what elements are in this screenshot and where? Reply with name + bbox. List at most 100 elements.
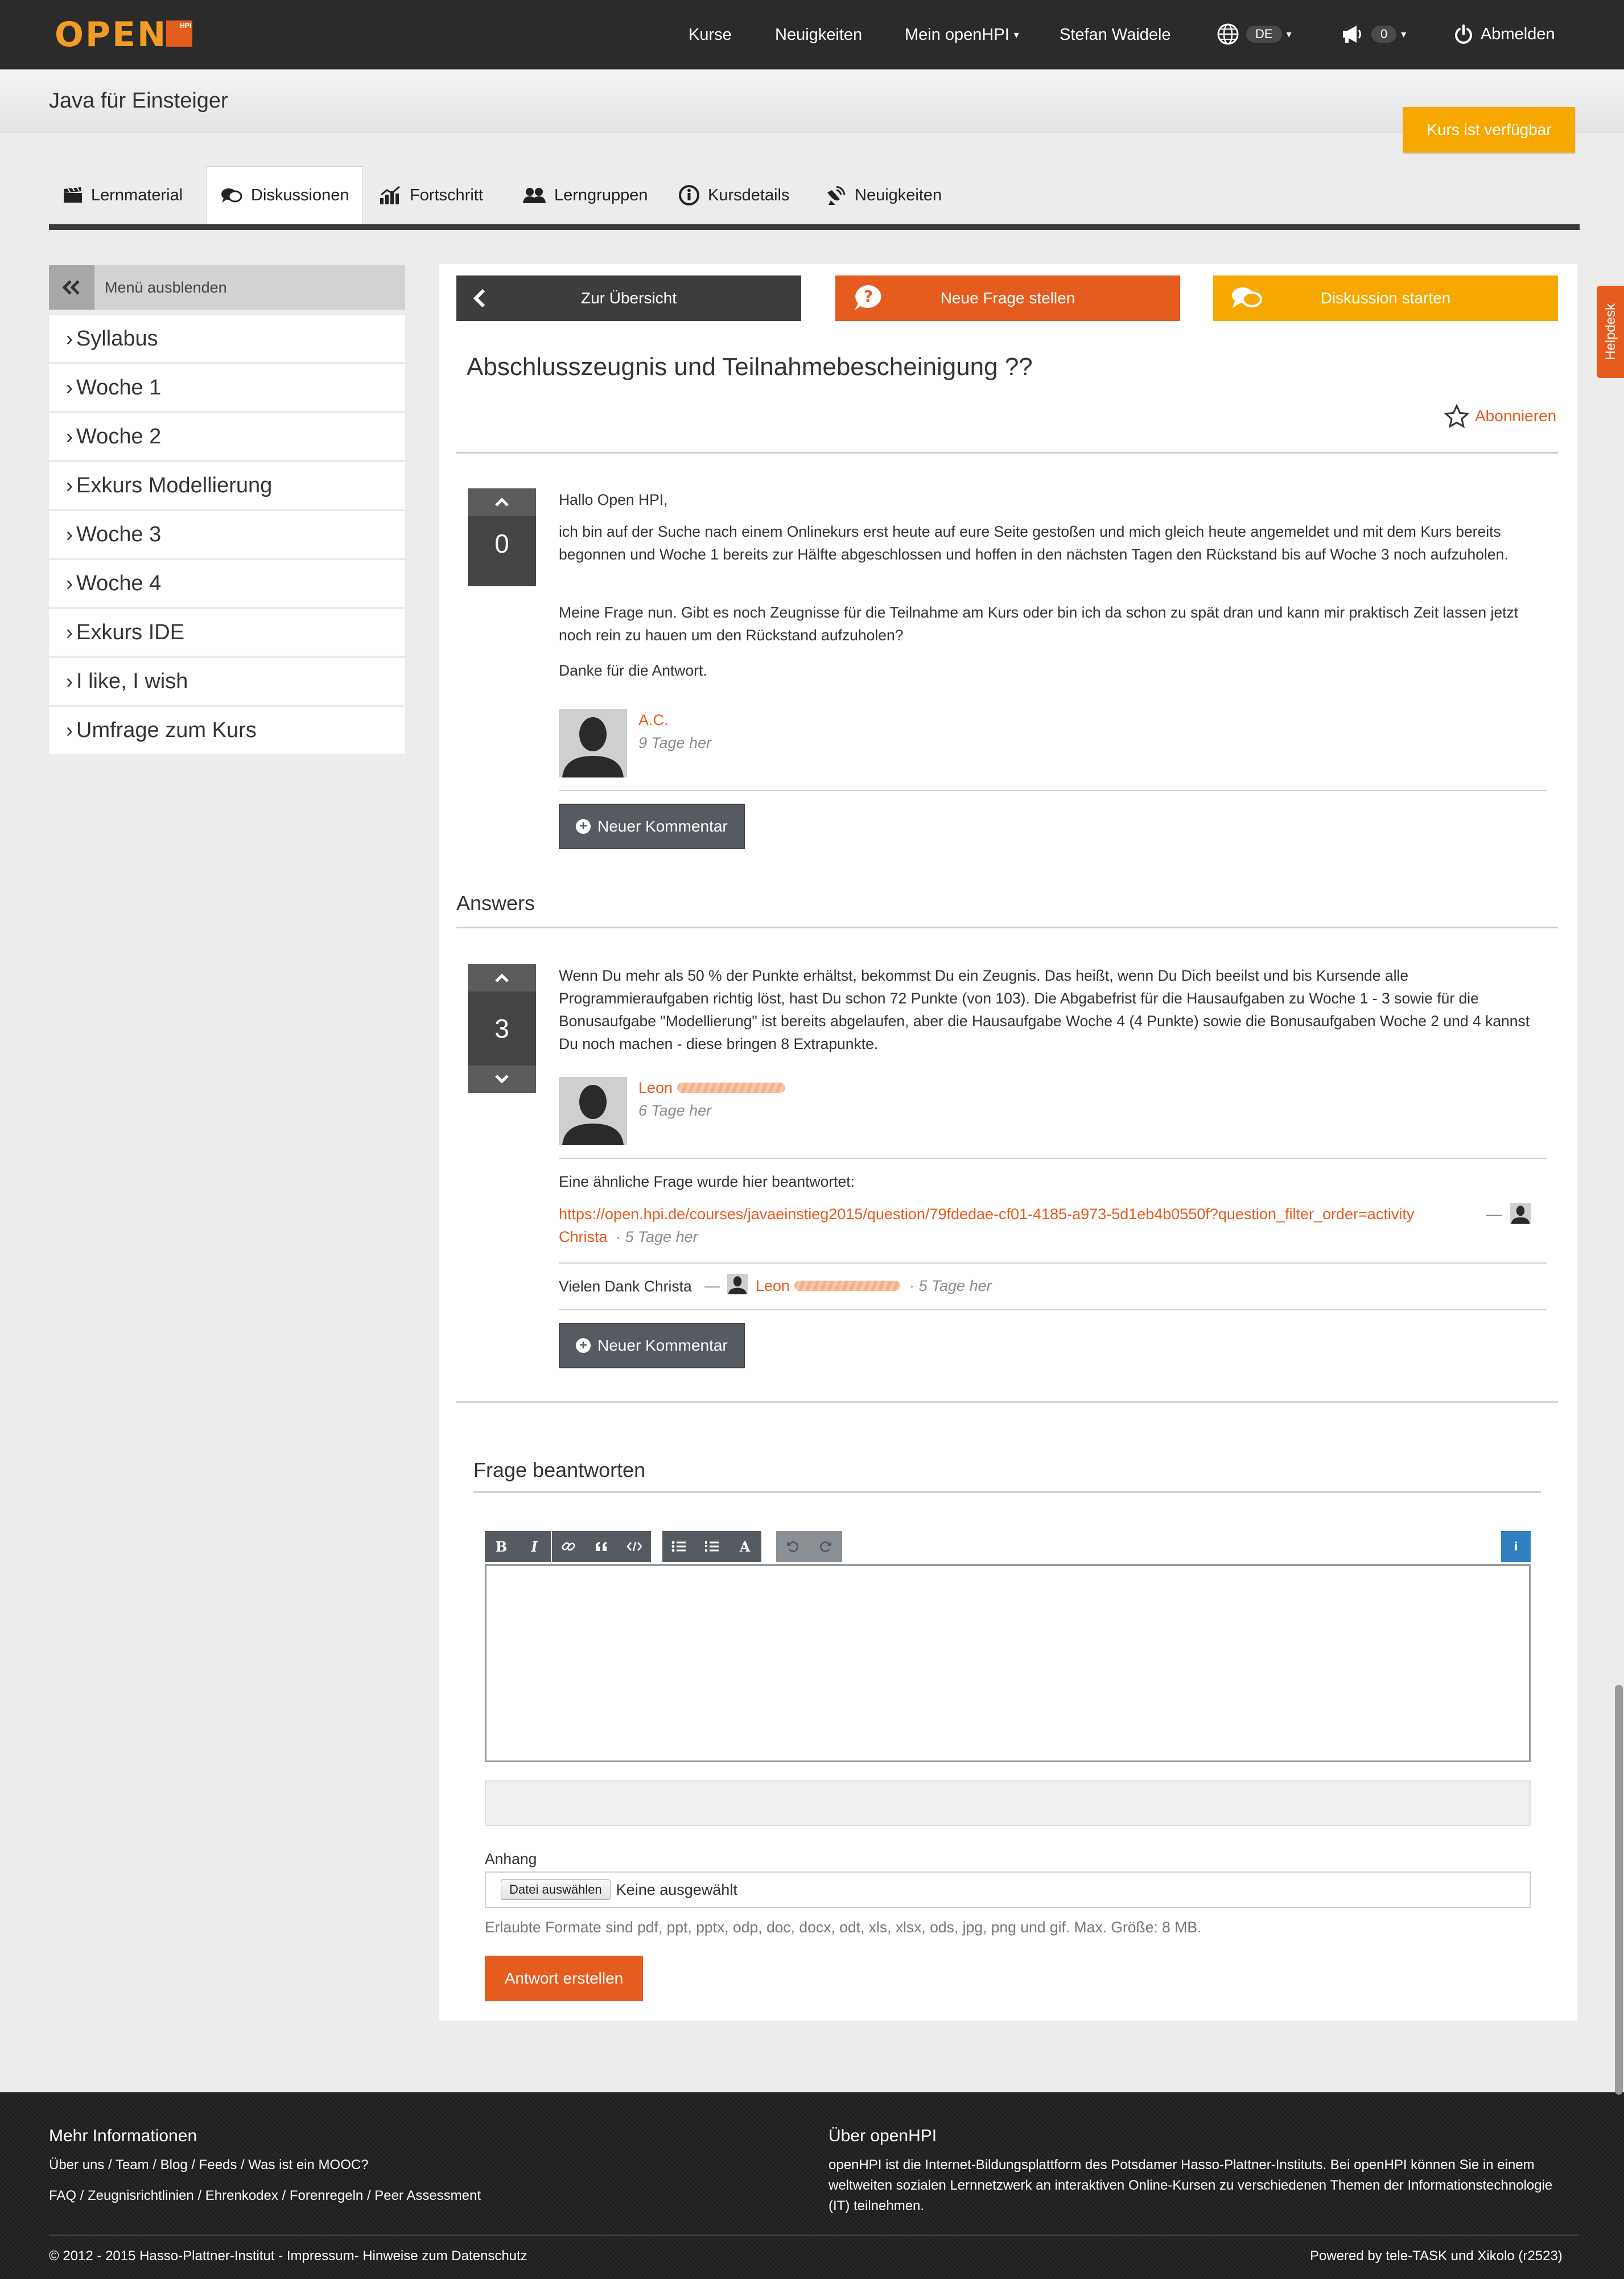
answer-text: Wenn Du mehr als 50 % der Punkte erhälts… xyxy=(559,967,1530,1052)
toolbar-history-group xyxy=(776,1531,842,1562)
course-header xyxy=(0,69,1624,133)
chevron-right-icon: › xyxy=(66,327,73,350)
sidebar-item-ide[interactable]: › Exkurs IDE xyxy=(49,609,405,656)
upvote-button[interactable] xyxy=(468,964,536,992)
tab-learning-material[interactable]: Lernmaterial xyxy=(63,166,183,224)
divider xyxy=(559,1262,1547,1264)
users-icon xyxy=(523,188,546,203)
tab-label: Diskussionen xyxy=(251,186,349,204)
new-question-button[interactable]: ? Neue Frage stellen xyxy=(835,275,1180,321)
sidebar-item-week-3[interactable]: › Woche 3 xyxy=(49,511,405,558)
sidebar-item-label: Woche 1 xyxy=(76,375,162,400)
scrollbar-thumb[interactable] xyxy=(1615,1685,1623,2095)
divider xyxy=(456,452,1558,454)
submit-answer-button[interactable]: Antwort erstellen xyxy=(485,1956,643,2001)
attachment-file-input[interactable]: Datei auswählen Keine ausgewählt xyxy=(485,1871,1531,1908)
editor-help-button[interactable]: i xyxy=(1501,1531,1531,1562)
code-button[interactable] xyxy=(618,1531,651,1562)
footer-links-primary[interactable]: Über uns / Team / Blog / Feeds / Was ist… xyxy=(49,2155,369,2175)
sidebar-item-label: Syllabus xyxy=(76,326,158,351)
comment-link[interactable]: https://open.hpi.de/courses/javaeinstieg… xyxy=(559,1206,1414,1223)
choose-file-button[interactable]: Datei auswählen xyxy=(501,1879,611,1900)
subscribe-link[interactable]: Abonnieren xyxy=(1444,404,1556,428)
course-sections-nav: › Syllabus › Woche 1 › Woche 2 › Exkurs Mode… xyxy=(49,315,405,756)
new-comment-button[interactable]: + Neuer Kommentar xyxy=(559,1323,745,1368)
numbered-list-button[interactable] xyxy=(695,1531,728,1562)
divider xyxy=(559,1309,1547,1310)
undo-button[interactable] xyxy=(776,1531,809,1562)
answers-heading: Answers xyxy=(456,891,535,915)
avatar xyxy=(727,1274,748,1294)
chevron-right-icon: › xyxy=(66,718,73,742)
back-to-overview-button[interactable]: Zur Übersicht xyxy=(456,275,801,321)
divider xyxy=(473,1491,1541,1493)
start-discussion-button[interactable]: Diskussion starten xyxy=(1213,275,1558,321)
bold-button[interactable]: B xyxy=(485,1531,518,1562)
question-paragraph-1: ich bin auf der Suche nach einem Onlinek… xyxy=(559,523,1508,563)
divider xyxy=(559,790,1547,791)
tab-course-details[interactable]: Kursdetails xyxy=(678,166,789,224)
chevron-right-icon: › xyxy=(66,425,73,448)
tab-learning-groups[interactable]: Lerngruppen xyxy=(522,166,648,224)
sidebar-item-week-1[interactable]: › Woche 1 xyxy=(49,364,405,411)
nav-my-openhpi[interactable]: Mein openHPI ▾ xyxy=(905,23,1019,47)
satellite-dish-icon xyxy=(827,186,846,205)
footer-divider xyxy=(49,2235,1578,2236)
sidebar-item-i-like-i-wish[interactable]: › I like, I wish xyxy=(49,658,405,705)
button-label: Neuer Kommentar xyxy=(597,817,728,835)
tab-news[interactable]: Neuigkeiten xyxy=(825,166,942,224)
italic-button[interactable]: I xyxy=(518,1531,551,1562)
comment-author[interactable]: Christa xyxy=(559,1228,608,1246)
upvote-button[interactable] xyxy=(468,488,536,516)
question-paragraph-3: Danke für die Antwort. xyxy=(559,662,707,679)
sidebar-item-week-4[interactable]: › Woche 4 xyxy=(49,560,405,607)
sidebar-item-survey[interactable]: › Umfrage zum Kurs xyxy=(49,707,405,754)
logo-badge-text: HPI xyxy=(180,22,192,30)
link-button[interactable] xyxy=(552,1531,585,1562)
comment-text: Eine ähnliche Frage wurde hier beantwort… xyxy=(559,1173,855,1190)
divider xyxy=(559,1158,1547,1159)
chevron-down-icon xyxy=(495,1075,509,1084)
tab-discussions[interactable]: Diskussionen xyxy=(206,166,364,224)
question-paragraph-2: Meine Frage nun. Gibt es noch Zeugnisse … xyxy=(559,604,1519,644)
footer-copyright[interactable]: © 2012 - 2015 Hasso-Plattner-Institut - … xyxy=(49,2246,527,2266)
openhpi-logo[interactable]: OPEN HPI xyxy=(55,16,195,54)
sidebar-item-label: Exkurs Modellierung xyxy=(76,473,273,497)
answer-author[interactable]: Leon xyxy=(638,1079,673,1097)
comment-author[interactable]: Leon xyxy=(756,1277,790,1295)
blockquote-button[interactable] xyxy=(585,1531,618,1562)
footer-more-info-heading: Mehr Informationen xyxy=(49,2126,197,2145)
caret-down-icon: ▾ xyxy=(1401,28,1407,40)
power-icon xyxy=(1455,24,1472,44)
heading-button[interactable]: A xyxy=(728,1531,761,1562)
sidebar-item-week-2[interactable]: › Woche 2 xyxy=(49,413,405,460)
logout-link[interactable]: Abmelden xyxy=(1453,22,1555,47)
tab-label: Neuigkeiten xyxy=(855,186,942,204)
chevron-right-icon: › xyxy=(66,571,73,595)
downvote-button[interactable] xyxy=(468,1066,536,1093)
reply-textarea[interactable] xyxy=(485,1564,1531,1762)
footer-about-text: openHPI ist die Internet-Bildungsplattfo… xyxy=(829,2157,1553,2214)
nav-news[interactable]: Neuigkeiten xyxy=(775,23,862,47)
sidebar-item-modelling[interactable]: › Exkurs Modellierung xyxy=(49,462,405,509)
announcements-dropdown[interactable]: 0 ▾ xyxy=(1341,22,1406,47)
double-chevron-left-icon xyxy=(49,265,94,310)
nav-courses[interactable]: Kurse xyxy=(689,23,732,47)
question-author[interactable]: A.C. xyxy=(638,711,669,729)
chevron-right-icon: › xyxy=(66,474,73,497)
helpdesk-tab[interactable]: Helpdesk xyxy=(1597,286,1624,378)
footer-links-secondary[interactable]: FAQ / Zeugnisrichtlinien / Ehrenkodex / … xyxy=(49,2186,481,2206)
sidebar-toggle[interactable]: Menü ausblenden xyxy=(49,265,405,310)
nav-user-profile[interactable]: Stefan Waidele xyxy=(1060,23,1171,47)
bullet-list-button[interactable] xyxy=(662,1531,695,1562)
new-comment-button[interactable]: + Neuer Kommentar xyxy=(559,804,745,849)
nav-my-openhpi-label: Mein openHPI xyxy=(905,25,1009,44)
allowed-formats-hint: Erlaubte Formate sind pdf, ppt, pptx, od… xyxy=(485,1919,1202,1936)
comment-text: Vielen Dank Christa xyxy=(559,1278,692,1295)
comment-dash: — xyxy=(1486,1206,1502,1223)
tab-progress[interactable]: Fortschritt xyxy=(379,166,483,224)
sidebar-item-syllabus[interactable]: › Syllabus xyxy=(49,315,405,362)
language-selector[interactable]: DE ▾ xyxy=(1217,22,1292,47)
redo-button[interactable] xyxy=(809,1531,842,1562)
sidebar-item-label: Woche 3 xyxy=(76,522,162,546)
